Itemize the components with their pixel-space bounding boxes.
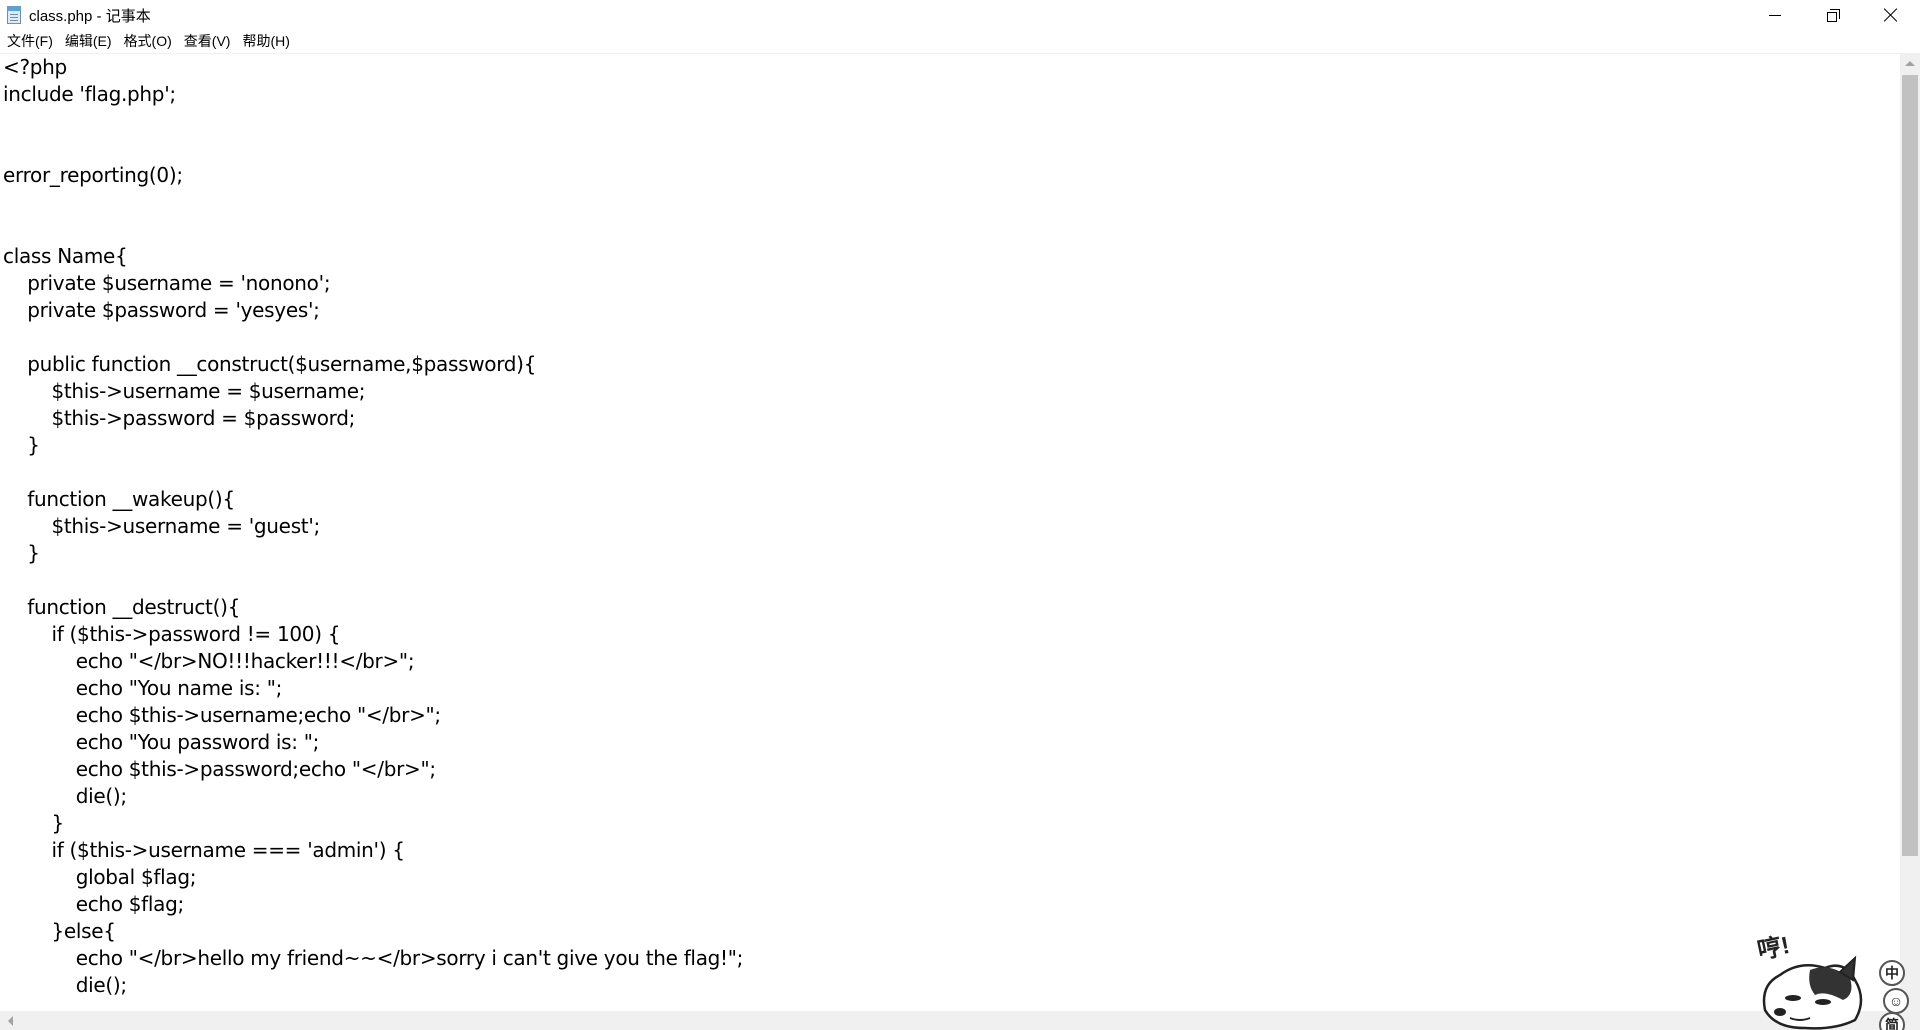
code-line[interactable]: [3, 216, 743, 243]
window-controls: [1746, 0, 1920, 30]
code-line[interactable]: [3, 135, 743, 162]
code-line[interactable]: $this->username = 'guest';: [3, 513, 743, 540]
code-line[interactable]: }: [3, 540, 743, 567]
code-line[interactable]: echo $this->username;echo "</br>";: [3, 702, 743, 729]
ime-toolbar: 哼! 中 ☺ 简: [1755, 920, 1915, 1030]
menu-file[interactable]: 文件(F): [1, 30, 59, 52]
code-line[interactable]: [3, 108, 743, 135]
code-line[interactable]: <?php: [3, 54, 743, 81]
menu-edit[interactable]: 编辑(E): [59, 30, 118, 52]
husky-mascot-icon[interactable]: [1755, 950, 1875, 1030]
code-line[interactable]: echo "</br>NO!!!hacker!!!</br>";: [3, 648, 743, 675]
horizontal-scrollbar[interactable]: [0, 1011, 1900, 1030]
ime-emoji-button[interactable]: ☺: [1883, 988, 1909, 1014]
close-button[interactable]: [1862, 0, 1920, 30]
code-line[interactable]: global $flag;: [3, 864, 743, 891]
code-line[interactable]: function __destruct(){: [3, 594, 743, 621]
code-line[interactable]: }: [3, 432, 743, 459]
code-line[interactable]: die();: [3, 972, 743, 999]
scroll-up-arrow-icon[interactable]: [1900, 55, 1920, 72]
code-line[interactable]: private $password = 'yesyes';: [3, 297, 743, 324]
ime-chinese-mode-button[interactable]: 中: [1879, 960, 1905, 986]
code-line[interactable]: echo $this->password;echo "</br>";: [3, 756, 743, 783]
code-line[interactable]: echo "You name is: ";: [3, 675, 743, 702]
code-line[interactable]: echo "You password is: ";: [3, 729, 743, 756]
editor-content[interactable]: <?php include 'flag.php'; error_reporting(…: [3, 54, 743, 999]
code-line[interactable]: if ($this->password != 100) {: [3, 621, 743, 648]
code-line[interactable]: class Name{: [3, 243, 743, 270]
code-line[interactable]: [3, 567, 743, 594]
minimize-button[interactable]: [1746, 0, 1804, 30]
menu-view[interactable]: 查看(V): [178, 30, 237, 52]
code-line[interactable]: }: [3, 810, 743, 837]
code-line[interactable]: error_reporting(0);: [3, 162, 743, 189]
code-line[interactable]: echo "</br>hello my friend~~</br>sorry i…: [3, 945, 744, 972]
code-line[interactable]: function __wakeup(){: [3, 486, 743, 513]
code-line[interactable]: private $username = 'nonono';: [3, 270, 743, 297]
minimize-icon: [1769, 14, 1781, 16]
notepad-icon[interactable]: [5, 5, 23, 25]
menu-bar: 文件(F) 编辑(E) 格式(O) 查看(V) 帮助(H): [0, 30, 1920, 52]
restore-icon: [1826, 8, 1840, 22]
restore-button[interactable]: [1804, 0, 1862, 30]
vertical-scroll-thumb[interactable]: [1902, 75, 1918, 856]
code-line[interactable]: [3, 324, 743, 351]
close-icon: [1884, 8, 1898, 22]
code-line[interactable]: die();: [3, 783, 743, 810]
title-bar[interactable]: class.php - 记事本: [0, 0, 1920, 30]
code-line[interactable]: [3, 459, 743, 486]
code-line[interactable]: [3, 189, 743, 216]
code-line[interactable]: include 'flag.php';: [3, 81, 743, 108]
scroll-left-arrow-icon[interactable]: [0, 1011, 20, 1030]
code-line[interactable]: echo $flag;: [3, 891, 743, 918]
code-line[interactable]: $this->username = $username;: [3, 378, 743, 405]
menu-format[interactable]: 格式(O): [118, 30, 178, 52]
vertical-scrollbar[interactable]: [1900, 53, 1920, 1011]
window-title: class.php - 记事本: [29, 7, 151, 25]
code-line[interactable]: }else{: [3, 918, 743, 945]
ime-simplified-button[interactable]: 简: [1879, 1012, 1905, 1030]
menu-help[interactable]: 帮助(H): [236, 30, 295, 52]
code-line[interactable]: public function __construct($username,$p…: [3, 351, 743, 378]
code-line[interactable]: $this->password = $password;: [3, 405, 743, 432]
text-editor[interactable]: <?php include 'flag.php'; error_reporting(…: [0, 53, 1900, 1011]
code-line[interactable]: if ($this->username === 'admin') {: [3, 837, 743, 864]
